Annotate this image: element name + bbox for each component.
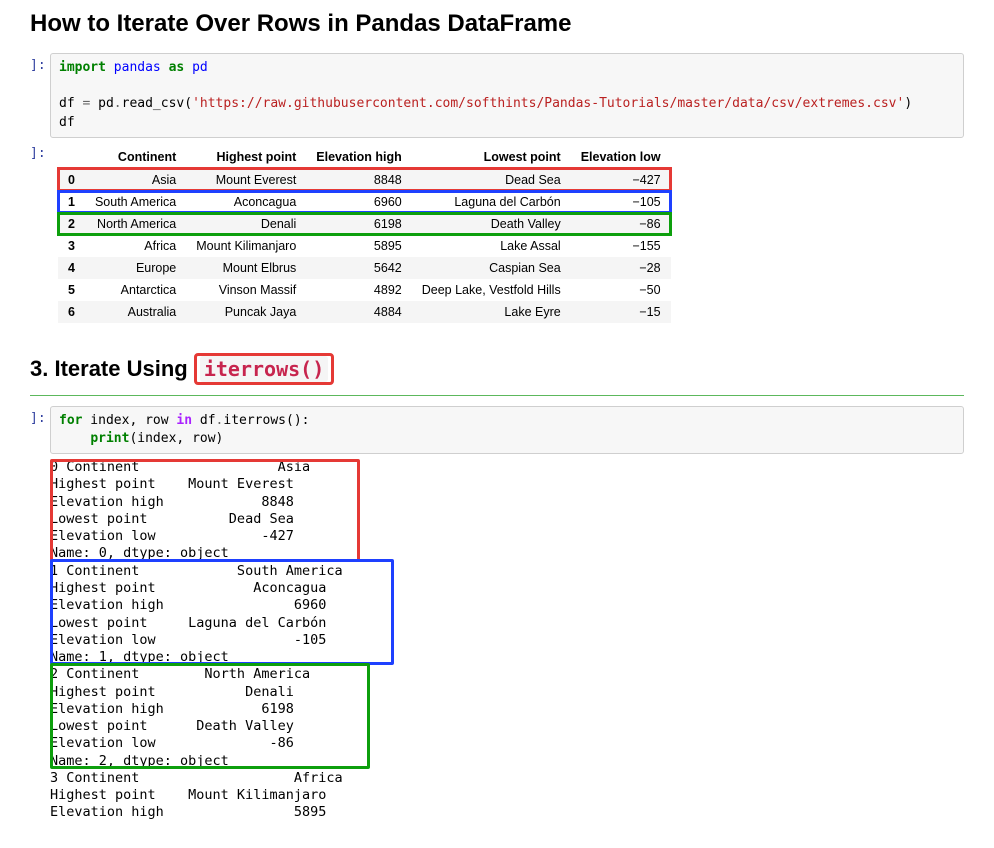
column-header: Elevation high xyxy=(306,146,411,169)
table-cell: Asia xyxy=(85,168,186,191)
input-prompt: ]: xyxy=(30,53,50,138)
code-cell-2: ]: for index, row in df.iterrows(): prin… xyxy=(30,406,964,454)
table-row: 3AfricaMount Kilimanjaro5895Lake Assal−1… xyxy=(58,235,671,257)
iterrows-code-label: iterrows() xyxy=(200,356,328,382)
table-cell: North America xyxy=(85,213,186,235)
table-cell: −427 xyxy=(571,168,671,191)
table-cell: 6960 xyxy=(306,191,411,213)
column-header: Continent xyxy=(85,146,186,169)
table-cell: Mount Elbrus xyxy=(186,257,306,279)
output-prompt: ]: xyxy=(30,141,50,328)
table-cell: 6198 xyxy=(306,213,411,235)
iterrows-highlight: iterrows() xyxy=(194,353,334,385)
table-row: 6AustraliaPuncak Jaya4884Lake Eyre−15 xyxy=(58,301,671,323)
table-cell: Africa xyxy=(85,235,186,257)
code-input-1[interactable]: import pandas as pd df = pd.read_csv('ht… xyxy=(50,53,964,138)
table-cell: −105 xyxy=(571,191,671,213)
output-highlight-blue xyxy=(50,559,394,665)
row-index: 4 xyxy=(58,257,85,279)
table-cell: Dead Sea xyxy=(412,168,571,191)
code-cell-1: ]: import pandas as pd df = pd.read_csv(… xyxy=(30,53,964,138)
table-cell: Europe xyxy=(85,257,186,279)
row-index: 0 xyxy=(58,168,85,191)
table-row: 0AsiaMount Everest8848Dead Sea−427 xyxy=(58,168,671,191)
section-heading-text: 3. Iterate Using xyxy=(30,356,194,381)
table-cell: Mount Kilimanjaro xyxy=(186,235,306,257)
column-header: Elevation low xyxy=(571,146,671,169)
table-cell: Denali xyxy=(186,213,306,235)
table-cell: −50 xyxy=(571,279,671,301)
table-cell: Aconcagua xyxy=(186,191,306,213)
table-cell: −28 xyxy=(571,257,671,279)
table-cell: Lake Eyre xyxy=(412,301,571,323)
table-cell: −155 xyxy=(571,235,671,257)
table-cell: −86 xyxy=(571,213,671,235)
table-cell: Mount Everest xyxy=(186,168,306,191)
row-index: 5 xyxy=(58,279,85,301)
table-row: 2North AmericaDenali6198Death Valley−86 xyxy=(58,213,671,235)
table-cell: 4884 xyxy=(306,301,411,323)
table-cell: Puncak Jaya xyxy=(186,301,306,323)
section-heading: 3. Iterate Using iterrows() xyxy=(30,353,964,385)
table-cell: 5895 xyxy=(306,235,411,257)
section-divider xyxy=(30,395,964,396)
column-header: Highest point xyxy=(186,146,306,169)
table-cell: 4892 xyxy=(306,279,411,301)
output-highlight-green xyxy=(50,663,370,769)
row-index: 6 xyxy=(58,301,85,323)
table-cell: South America xyxy=(85,191,186,213)
table-cell: Caspian Sea xyxy=(412,257,571,279)
code-input-2[interactable]: for index, row in df.iterrows(): print(i… xyxy=(50,406,964,454)
table-row: 1South AmericaAconcagua6960Laguna del Ca… xyxy=(58,191,671,213)
table-cell: Vinson Massif xyxy=(186,279,306,301)
iterrows-output: 0 Continent Asia Highest point Mount Eve… xyxy=(50,459,343,822)
row-index: 1 xyxy=(58,191,85,213)
table-cell: −15 xyxy=(571,301,671,323)
input-prompt-2: ]: xyxy=(30,406,50,454)
table-cell: Antarctica xyxy=(85,279,186,301)
dataframe-table: ContinentHighest pointElevation highLowe… xyxy=(58,146,671,323)
page-title: How to Iterate Over Rows in Pandas DataF… xyxy=(30,10,964,38)
table-cell: Australia xyxy=(85,301,186,323)
table-cell: Deep Lake, Vestfold Hills xyxy=(412,279,571,301)
table-cell: 8848 xyxy=(306,168,411,191)
table-output: ContinentHighest pointElevation highLowe… xyxy=(50,141,964,328)
output-cell-2: 0 Continent Asia Highest point Mount Eve… xyxy=(50,459,964,822)
table-row: 4EuropeMount Elbrus5642Caspian Sea−28 xyxy=(58,257,671,279)
output-highlight-red xyxy=(50,459,360,562)
table-cell: 5642 xyxy=(306,257,411,279)
column-header: Lowest point xyxy=(412,146,571,169)
table-cell: Laguna del Carbón xyxy=(412,191,571,213)
output-cell-1: ]: ContinentHighest pointElevation highL… xyxy=(30,141,964,328)
table-cell: Lake Assal xyxy=(412,235,571,257)
table-row: 5AntarcticaVinson Massif4892Deep Lake, V… xyxy=(58,279,671,301)
table-cell: Death Valley xyxy=(412,213,571,235)
row-index: 2 xyxy=(58,213,85,235)
row-index: 3 xyxy=(58,235,85,257)
